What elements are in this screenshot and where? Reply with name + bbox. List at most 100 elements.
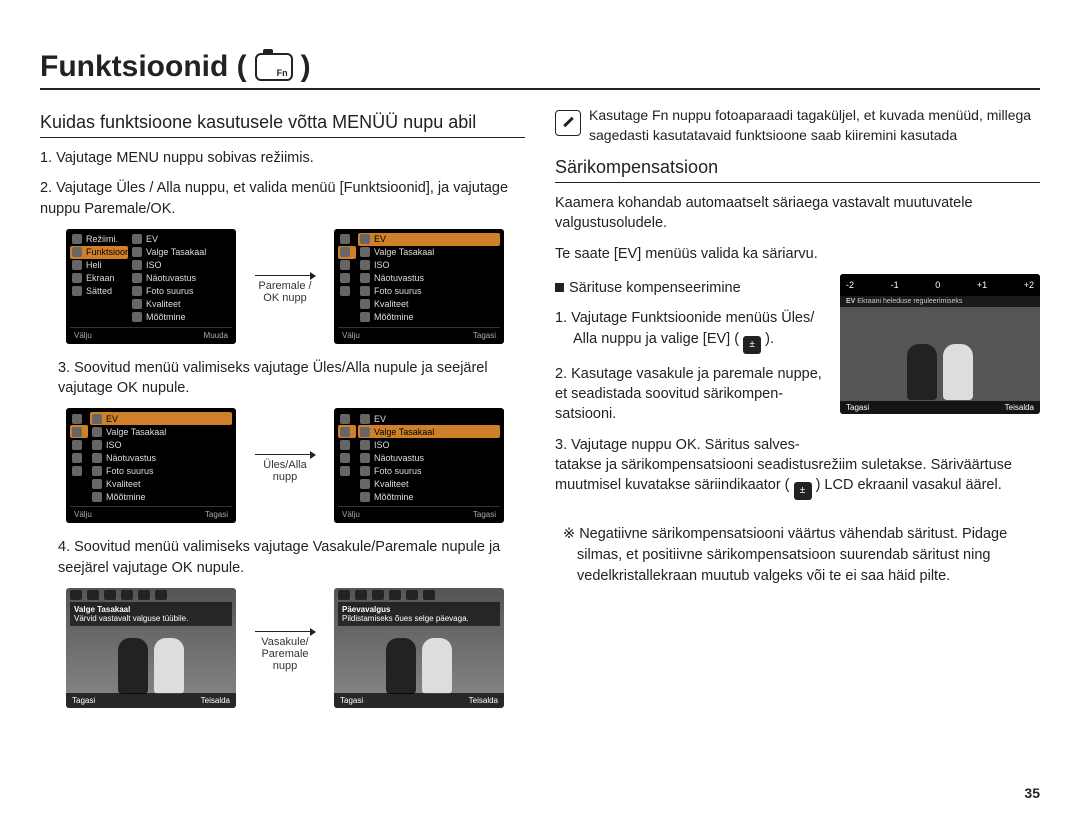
lcd-label: Ekraan — [86, 273, 115, 283]
lcd-label: Mõõtmine — [106, 492, 146, 502]
lcd-label: Foto suurus — [146, 286, 194, 296]
left-subhead: Kuidas funktsioone kasutusele võtta MENÜ… — [40, 112, 525, 138]
lcd-foot-right: Tagasi — [205, 510, 228, 519]
lcd-main-item: ISO — [130, 259, 232, 272]
mode-icon — [72, 414, 82, 424]
ev-sub: Ekraani heleduse reguleerimiseks — [857, 298, 962, 305]
ev-compensation-icon: ± — [794, 482, 812, 500]
step-text: ). — [765, 331, 774, 347]
step-text: Alla nuppu ja valige [EV] ( — [555, 331, 739, 347]
page-title-text: Funktsioonid ( — [40, 50, 247, 84]
left-column: Kuidas funktsioone kasutusele võtta MENÜ… — [40, 106, 525, 722]
quality-icon — [360, 299, 370, 309]
ev-tick: +2 — [1024, 280, 1034, 290]
lcd-side-item: Sätted — [70, 285, 128, 298]
wb-icon — [360, 247, 370, 257]
face-icon — [132, 273, 142, 283]
lcd-label: Kvaliteet — [374, 479, 409, 489]
lcd-side-item: Režiimi. — [70, 233, 128, 246]
mode-icon — [72, 234, 82, 244]
meter-icon — [132, 312, 142, 322]
intro-2: Te saate [EV] menüüs valida ka säriarvu. — [555, 244, 1040, 264]
lcd-label: Valge Tasakaal — [146, 247, 206, 257]
ev-tick: +1 — [977, 280, 987, 290]
lcd-label: Näotuvastus — [106, 453, 156, 463]
ev-foot-back: Tagasi — [846, 403, 869, 412]
lcd-foot-left: Välju — [342, 510, 360, 519]
mode-icon — [340, 414, 350, 424]
ev-icon — [132, 234, 142, 244]
sound-icon — [72, 440, 82, 450]
tip-box: Kasutage Fn nuppu fotoaparaadi tagakülje… — [555, 106, 1040, 145]
ev-lcd: -2 -1 0 +1 +2 EV Ekraani heleduse regule… — [840, 274, 1040, 414]
lcd-menu-right-1: EV Valge Tasakaal ISO Näotuvastus Foto s… — [334, 229, 504, 344]
bullet-text: Särituse kompenseerimine — [569, 280, 741, 296]
step-3: 3. Soovitud menüü valimiseks vajutage Ül… — [40, 358, 525, 399]
step-1: 1. Vajutage MENU nuppu sobivas režiimis. — [40, 148, 525, 168]
lcd-label: Näotuvastus — [374, 453, 424, 463]
intro-1: Kaamera kohandab automaatselt säriaega v… — [555, 193, 1040, 234]
fn-icon — [340, 427, 350, 437]
page-number: 35 — [1024, 785, 1040, 801]
lcd-main-item: Mõõtmine — [130, 311, 232, 324]
lcd-label: Kvaliteet — [106, 479, 141, 489]
lcd-main-item-active: EV — [90, 412, 232, 425]
lcd-label: Valge Tasakaal — [106, 427, 166, 437]
fn-icon — [72, 427, 82, 437]
lcd-main-item: Valge Tasakaal — [130, 246, 232, 259]
lcd-label: ISO — [374, 440, 390, 450]
size-icon — [132, 286, 142, 296]
photo-lcd-right: Päevavalgus Pildistamiseks õues selge pä… — [334, 588, 504, 708]
lcd-label: Valge Tasakaal — [374, 247, 434, 257]
photo-caption-title: Päevavalgus — [342, 605, 496, 614]
arrow-icon — [255, 454, 315, 455]
lcd-label: EV — [374, 414, 386, 424]
arrow-text: Vasakule/ Paremale nupp — [250, 636, 320, 672]
lcd-menu-left-2: EV Valge Tasakaal ISO Näotuvastus Foto s… — [66, 408, 236, 523]
sound-icon — [340, 260, 350, 270]
face-icon — [360, 273, 370, 283]
sound-icon — [72, 260, 82, 270]
fn-icon — [340, 247, 350, 257]
ev-tick: -2 — [846, 280, 854, 290]
display-icon — [72, 453, 82, 463]
lcd-label: Sätted — [86, 286, 112, 296]
display-icon — [340, 273, 350, 283]
ev-compensation-icon: ± — [743, 336, 761, 354]
lcd-main-item-active: Valge Tasakaal — [358, 425, 500, 438]
lcd-main-item: Kvaliteet — [130, 298, 232, 311]
lcd-label: ISO — [146, 260, 162, 270]
right-subhead: Särikompensatsioon — [555, 157, 1040, 183]
meter-icon — [360, 312, 370, 322]
lcd-label: Näotuvastus — [374, 273, 424, 283]
settings-icon — [72, 286, 82, 296]
arrow-label-3: Vasakule/ Paremale nupp — [250, 625, 320, 672]
page-title-close: ) — [301, 50, 311, 84]
arrow-icon — [255, 275, 315, 276]
lcd-foot-right: Tagasi — [473, 510, 496, 519]
ev-icon — [360, 234, 370, 244]
note-paragraph: ※ Negatiivne särikompensatsiooni väärtus… — [555, 524, 1040, 587]
note-icon — [555, 110, 581, 136]
lcd-label: EV — [146, 234, 158, 244]
ev-tick: -1 — [891, 280, 899, 290]
lcd-label: ISO — [374, 260, 390, 270]
lcd-menu-left-1: Režiimi. Funktsioonid Heli Ekraan Sätted… — [66, 229, 236, 344]
arrow-text: Üles/Alla nupp — [250, 459, 320, 483]
settings-icon — [72, 466, 82, 476]
lcd-foot-left: Välju — [74, 331, 92, 340]
camera-fn-icon — [255, 53, 293, 81]
lcd-label: Heli — [86, 260, 102, 270]
arrow-label-1: Paremale / OK nupp — [250, 269, 320, 304]
mode-icon — [340, 234, 350, 244]
lcd-label: Mõõtmine — [146, 312, 186, 322]
step-text: 3. Vajutage nuppu OK. Säritus salves- — [555, 437, 800, 453]
lcd-label: Foto suurus — [374, 466, 422, 476]
iso-icon — [360, 260, 370, 270]
fn-icon — [72, 247, 82, 257]
photo-caption-title: Valge Tasakaal — [74, 605, 228, 614]
lcd-label: Foto suurus — [106, 466, 154, 476]
bullet-icon — [555, 283, 564, 292]
photo-foot-move: Teisalda — [469, 696, 498, 705]
display-icon — [340, 453, 350, 463]
